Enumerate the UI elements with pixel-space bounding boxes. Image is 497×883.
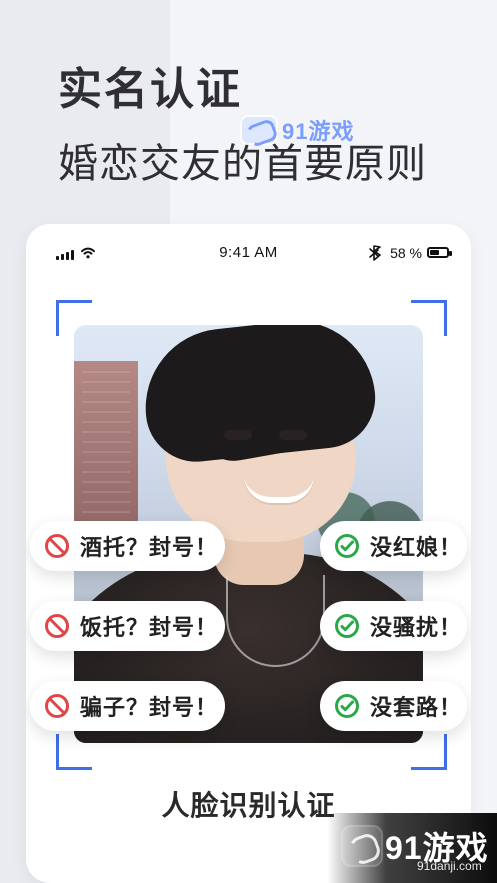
check-circle-icon (335, 614, 359, 638)
battery-icon (427, 247, 452, 258)
watermark-bottom-logo-icon (341, 825, 383, 867)
watermark-top: 91游戏 (240, 114, 354, 146)
background-building (74, 361, 138, 531)
battery-fill (430, 250, 439, 255)
pill-right-3: 没套路！ (320, 681, 467, 731)
pill-left-1-text: 酒托？封号！ (80, 535, 219, 560)
ban-icon (45, 534, 69, 558)
watermark-top-text: 91游戏 (282, 119, 355, 144)
pill-left-3-text: 骗子？封号！ (80, 695, 219, 720)
phone-card: 9:41 AM 58 % 酒托？封号！ 饭托？封号！ 骗子？封号！ 没红娘！ 没… (26, 224, 471, 883)
pill-right-1: 没红娘！ (320, 521, 467, 571)
left-eye (224, 430, 252, 440)
pill-left-1: 酒托？封号！ (30, 521, 225, 571)
battery-text: 58 % (390, 245, 422, 261)
watermark-bottom: 91游戏 91danji.com (327, 813, 497, 883)
ban-icon (45, 694, 69, 718)
pill-right-2-text: 没骚扰！ (370, 615, 463, 640)
pill-left-2: 饭托？封号！ (30, 601, 225, 651)
bluetooth-icon (369, 245, 381, 261)
pill-right-3-text: 没套路！ (370, 695, 463, 720)
pill-left-2-text: 饭托？封号！ (80, 615, 219, 640)
check-circle-icon (335, 694, 359, 718)
watermark-logo-icon (240, 115, 278, 145)
ban-icon (45, 614, 69, 638)
pill-right-1-text: 没红娘！ (370, 535, 463, 560)
watermark-bottom-domain: 91danji.com (417, 859, 482, 873)
right-eye (279, 430, 307, 440)
pill-left-3: 骗子？封号！ (30, 681, 225, 731)
status-bar: 9:41 AM 58 % (26, 224, 471, 280)
pill-right-2: 没骚扰！ (320, 601, 467, 651)
page-title: 实名认证 (58, 65, 242, 114)
check-circle-icon (335, 534, 359, 558)
